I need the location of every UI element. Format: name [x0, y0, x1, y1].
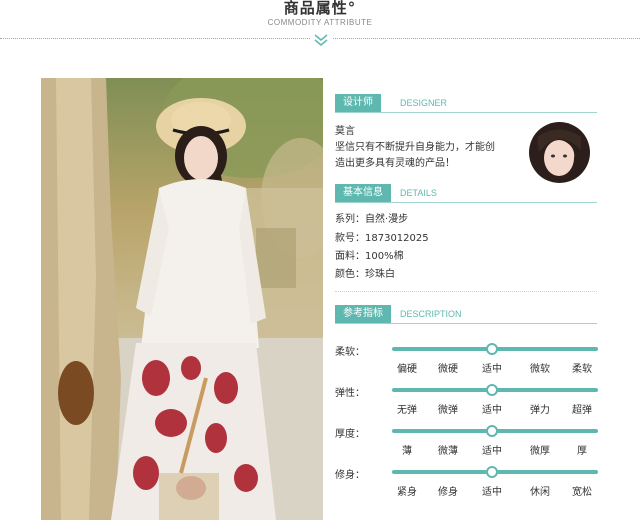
indicator-option: 柔软 [572, 364, 592, 375]
page-subtitle: COMMODITY ATTRIBUTE [267, 18, 373, 27]
indicator-label: 弹性： [335, 388, 365, 399]
model-illustration [41, 78, 323, 520]
indicator-label: 柔软： [335, 347, 365, 358]
indicator-option: 弹力 [530, 405, 550, 416]
indicator-option: 休闲 [530, 487, 550, 498]
designer-divider [335, 112, 597, 113]
details-bottom-divider [335, 291, 597, 292]
indicator-label: 厚度： [335, 429, 365, 440]
indicator-option: 偏硬 [397, 364, 417, 375]
indicator-option: 微弹 [438, 405, 458, 416]
indicator-label: 修身： [335, 470, 365, 481]
indicator-knob [486, 384, 498, 396]
designer-bio-line1: 坚信只有不断提升自身能力，才能创 [335, 142, 495, 153]
description-divider [335, 323, 597, 324]
details-section-label: 基本信息 [335, 184, 391, 202]
indicator-option: 微软 [530, 364, 550, 375]
indicator-option: 适中 [482, 446, 502, 457]
page-title: 商品属性° [283, 0, 357, 17]
indicator-option: 无弹 [397, 405, 417, 416]
product-photo [41, 78, 323, 520]
indicator-option: 宽松 [572, 487, 592, 498]
indicator-option: 薄 [402, 446, 412, 457]
designer-section-label: 设计师 [335, 94, 381, 112]
indicator-option: 适中 [482, 487, 502, 498]
indicator-option: 厚 [577, 446, 587, 457]
indicator-knob [486, 343, 498, 355]
double-chevron-down-icon [310, 33, 332, 47]
indicator-option: 紧身 [397, 487, 417, 498]
detail-sku: 款号：1873012025 [335, 233, 429, 244]
indicator-option: 修身 [438, 487, 458, 498]
indicator-option: 微厚 [530, 446, 550, 457]
indicator-option: 超弹 [572, 405, 592, 416]
designer-section-label-en: DESIGNER [400, 98, 448, 108]
indicator-option: 微薄 [438, 446, 458, 457]
designer-bio-line2: 造出更多具有灵魂的产品！ [335, 158, 455, 169]
indicator-option: 适中 [482, 405, 502, 416]
detail-color: 颜色：珍珠白 [335, 269, 395, 280]
designer-name: 莫言 [335, 126, 355, 137]
details-section-label-en: DETAILS [400, 188, 437, 198]
description-section-label: 参考指标 [335, 305, 391, 323]
indicator-option: 微硬 [438, 364, 458, 375]
indicator-option: 适中 [482, 364, 502, 375]
detail-series: 系列：自然·漫步 [335, 214, 409, 225]
description-section-label-en: DESCRIPTION [400, 309, 462, 319]
details-divider [335, 202, 597, 203]
indicator-knob [486, 425, 498, 437]
designer-avatar [529, 122, 590, 183]
detail-fabric: 面料：100%棉 [335, 251, 404, 262]
indicator-knob [486, 466, 498, 478]
